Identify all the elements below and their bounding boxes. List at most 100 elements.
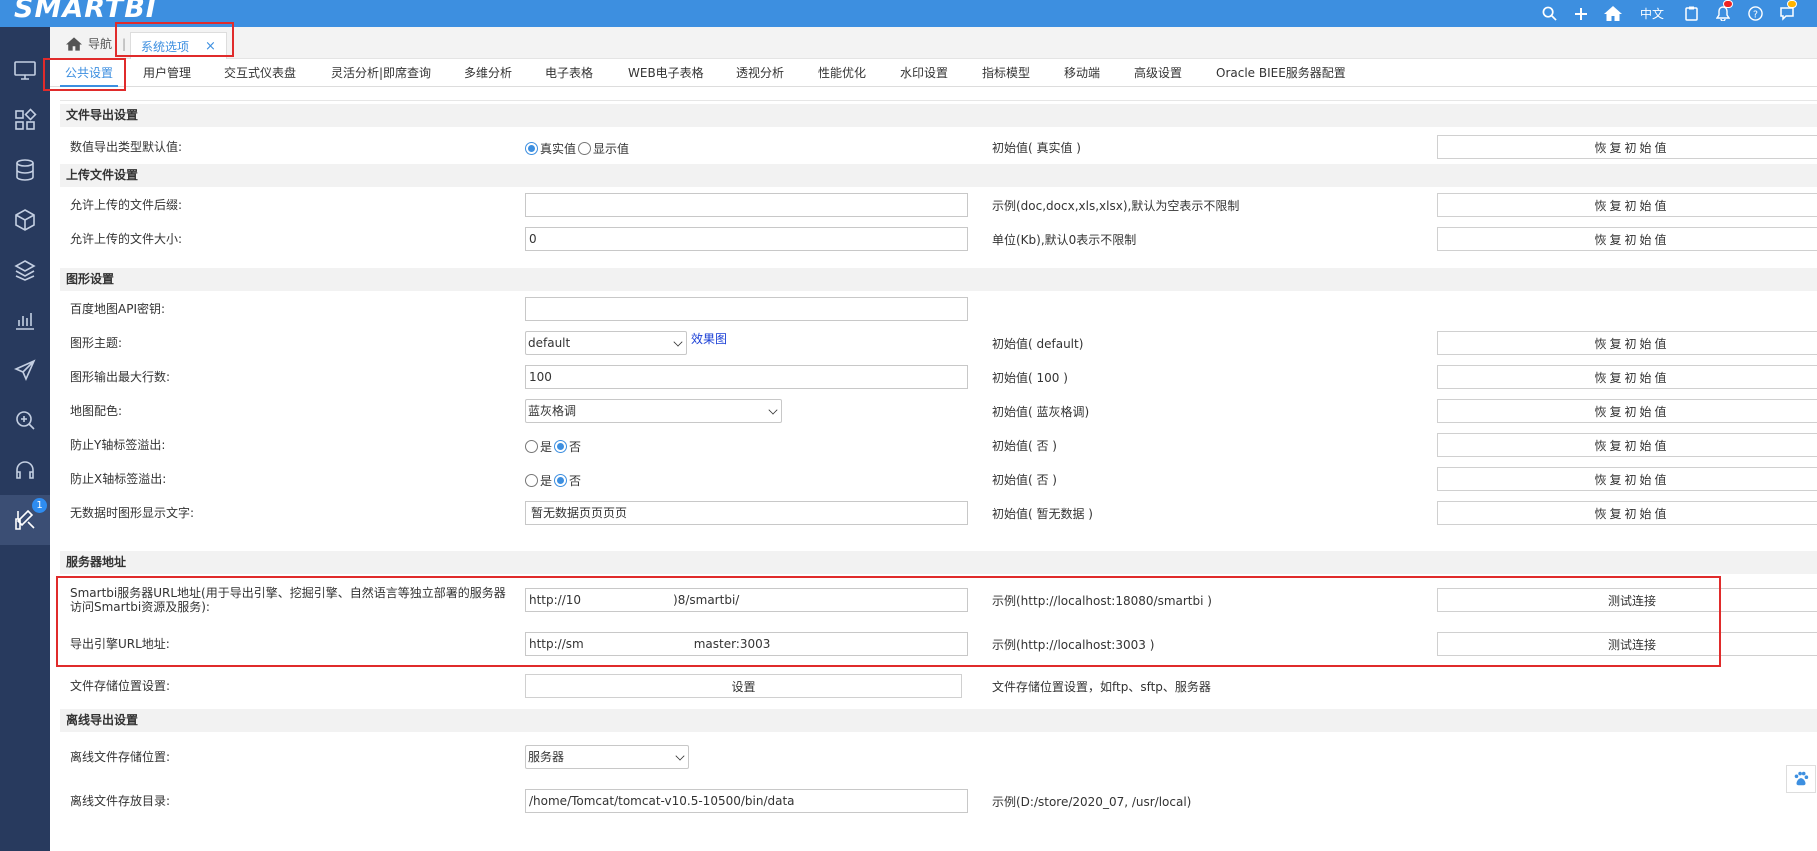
row-hint: 初始值( 否 ) (992, 438, 1057, 453)
radio-label: 真实值 (540, 142, 577, 156)
restore-default-button[interactable]: 恢复初始值 (1437, 331, 1817, 355)
chart-icon[interactable] (0, 295, 50, 345)
tools-icon[interactable]: 1 (0, 495, 50, 545)
home-icon (66, 36, 82, 51)
row-x-axis-overflow: 防止X轴标签溢出: 是 否 初始值( 否 ) 恢复初始值 (60, 462, 1817, 496)
row-label: 离线文件存放目录: (70, 794, 171, 808)
radio-display-value[interactable]: 显示值 (578, 140, 629, 157)
top-toolbar: 中文 ? (1533, 0, 1817, 27)
row-label: 允许上传的文件大小: (70, 232, 183, 246)
baidu-api-key-input[interactable] (525, 297, 968, 321)
radio-off-icon (525, 440, 538, 453)
user-menu[interactable] (1803, 0, 1817, 27)
tab-watermark[interactable]: 水印设置 (900, 59, 948, 87)
restore-default-button[interactable]: 恢复初始值 (1437, 135, 1817, 159)
row-hint: 初始值( 蓝灰格调) (992, 404, 1090, 419)
select-value: 服务器 (528, 750, 565, 764)
paw-icon[interactable] (1786, 765, 1816, 793)
tab-web-spreadsheet[interactable]: WEB电子表格 (628, 59, 704, 87)
row-label: 无数据时图形显示文字: (70, 506, 195, 520)
radio-on-icon (554, 440, 568, 453)
tab-mobile[interactable]: 移动端 (1064, 59, 1100, 87)
section-graph: 图形设置 (60, 268, 1817, 291)
upload-size-input[interactable]: 0 (525, 227, 968, 251)
restore-default-button[interactable]: 恢复初始值 (1437, 501, 1817, 525)
nav-home[interactable]: 导航 (66, 35, 112, 52)
row-hint: 初始值( 否 ) (992, 472, 1057, 487)
clipboard-icon[interactable] (1675, 0, 1707, 27)
radio-group: 真实值 显示值 (525, 140, 631, 157)
home-icon[interactable] (1597, 0, 1629, 27)
effect-preview-link[interactable]: 效果图 (691, 330, 727, 347)
tab-spreadsheet[interactable]: 电子表格 (545, 59, 593, 87)
radio-real-value[interactable]: 真实值 (525, 140, 576, 157)
radio-on-icon (525, 142, 538, 155)
headset-icon[interactable] (0, 445, 50, 495)
plus-icon[interactable] (1565, 0, 1597, 27)
restore-default-button[interactable]: 恢复初始值 (1437, 399, 1817, 423)
highlight-server-rows (56, 576, 1721, 667)
nav-home-label: 导航 (88, 37, 113, 51)
bell-icon[interactable] (1707, 0, 1739, 27)
language-switch[interactable]: 中文 (1629, 0, 1675, 27)
chat-icon[interactable] (1771, 0, 1803, 27)
radio-yes[interactable]: 是 (525, 438, 552, 455)
row-label: 图形输出最大行数: (70, 370, 171, 384)
radio-yes[interactable]: 是 (525, 472, 552, 489)
graph-max-rows-input[interactable]: 100 (525, 365, 968, 389)
row-hint: 示例(doc,docx,xls,xlsx),默认为空表示不限制 (992, 198, 1240, 213)
layers-icon[interactable] (0, 245, 50, 295)
restore-default-button[interactable]: 恢复初始值 (1437, 193, 1817, 217)
analysis-icon[interactable] (0, 395, 50, 445)
tab-user-management[interactable]: 用户管理 (143, 59, 191, 87)
settings-content: 文件导出设置 数值导出类型默认值: 真实值 显示值 初始值( 真实值 ) 恢复初… (50, 87, 1817, 851)
tab-metric-model[interactable]: 指标模型 (982, 59, 1030, 87)
sidebar: 1 (0, 27, 50, 851)
offline-dir-input[interactable]: /home/Tomcat/tomcat-v10.5-10500/bin/data (525, 789, 968, 813)
section-upload: 上传文件设置 (60, 164, 1817, 187)
tab-performance[interactable]: 性能优化 (818, 59, 866, 87)
notification-dot (1723, 0, 1733, 8)
chevron-down-icon (768, 405, 778, 415)
send-icon[interactable] (0, 345, 50, 395)
row-offline-location: 离线文件存储位置: 服务器 (60, 735, 1817, 779)
radio-off-icon (578, 142, 592, 155)
section-server-address: 服务器地址 (60, 551, 1817, 574)
radio-no[interactable]: 否 (554, 438, 581, 455)
tab-olap[interactable]: 多维分析 (464, 59, 512, 87)
row-file-storage: 文件存储位置设置: 设置 文件存储位置设置，如ftp、sftp、服务器 (60, 669, 1817, 703)
no-data-text-input[interactable]: 暂无数据页页页页 (525, 501, 968, 525)
tab-oracle-biee[interactable]: Oracle BIEE服务器配置 (1216, 59, 1346, 87)
radio-label: 否 (569, 474, 582, 488)
cube-icon[interactable] (0, 195, 50, 245)
tab-dashboard[interactable]: 交互式仪表盘 (224, 59, 296, 87)
row-label: 图形主题: (70, 336, 123, 350)
restore-default-button[interactable]: 恢复初始值 (1437, 365, 1817, 389)
database-icon[interactable] (0, 145, 50, 195)
offline-location-select[interactable]: 服务器 (525, 745, 689, 769)
highlight-public-settings-tab (43, 58, 126, 91)
radio-group: 是 否 (525, 438, 583, 455)
row-label: 允许上传的文件后缀: (70, 198, 183, 212)
storage-settings-button[interactable]: 设置 (525, 674, 962, 698)
restore-default-button[interactable]: 恢复初始值 (1437, 227, 1817, 251)
radio-label: 是 (540, 474, 553, 488)
nav-bar: 导航 | 系统选项 × (50, 27, 1817, 59)
row-baidu-api-key: 百度地图API密钥: (60, 292, 1817, 326)
restore-default-button[interactable]: 恢复初始值 (1437, 433, 1817, 457)
apps-icon[interactable] (0, 95, 50, 145)
help-icon[interactable]: ? (1739, 0, 1771, 27)
tab-pivot-analysis[interactable]: 透视分析 (736, 59, 784, 87)
radio-no[interactable]: 否 (554, 472, 581, 489)
restore-default-button[interactable]: 恢复初始值 (1437, 467, 1817, 491)
graph-theme-select[interactable]: default (525, 331, 687, 355)
map-color-select[interactable]: 蓝灰格调 (525, 399, 782, 423)
row-graph-max-rows: 图形输出最大行数: 100 初始值( 100 ) 恢复初始值 (60, 360, 1817, 394)
search-icon[interactable] (1533, 0, 1565, 27)
tab-advanced[interactable]: 高级设置 (1134, 59, 1182, 87)
row-label: 数值导出类型默认值: (70, 140, 183, 154)
row-y-axis-overflow: 防止Y轴标签溢出: 是 否 初始值( 否 ) 恢复初始值 (60, 428, 1817, 462)
tab-adhoc-analysis[interactable]: 灵活分析|即席查询 (331, 59, 431, 87)
row-hint: 初始值( default) (992, 336, 1084, 351)
upload-suffix-input[interactable] (525, 193, 968, 217)
